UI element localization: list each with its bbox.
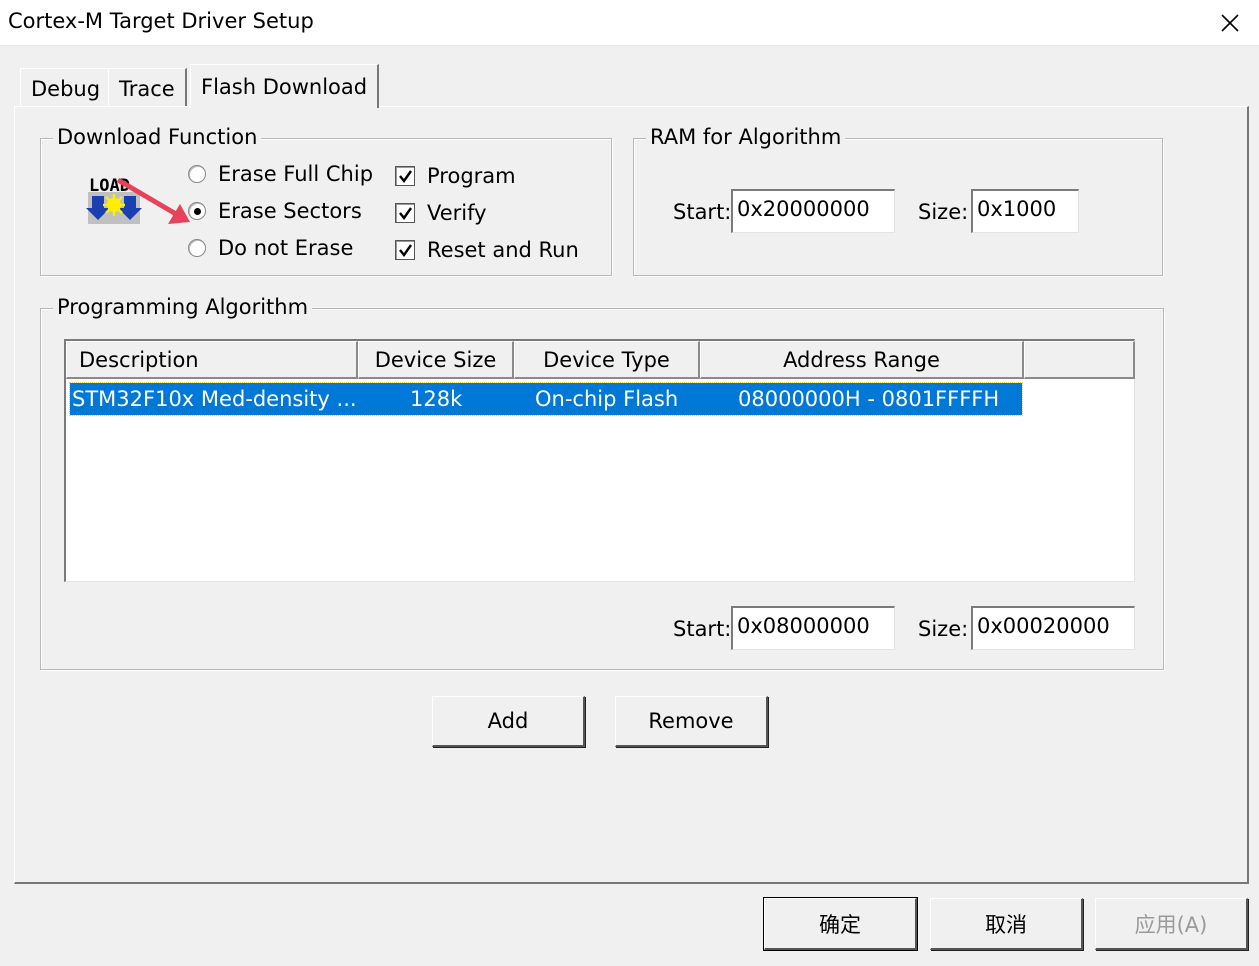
column-header-device-type[interactable]: Device Type xyxy=(514,341,700,379)
cell-description: STM32F10x Med-density ... xyxy=(72,387,357,411)
cell-device-type: On-chip Flash xyxy=(535,387,679,411)
radio-button[interactable] xyxy=(188,239,206,257)
close-icon xyxy=(1221,14,1239,32)
group-label-ram-for-algorithm: RAM for Algorithm xyxy=(646,125,846,149)
tab-label: Debug xyxy=(31,76,101,101)
column-header-empty xyxy=(1024,341,1135,379)
cancel-button[interactable]: 取消 xyxy=(930,898,1083,950)
load-icon: LOAD xyxy=(86,176,142,224)
cell-address-range: 08000000H - 0801FFFFH xyxy=(738,387,1000,411)
checkbox-reset-and-run[interactable]: Reset and Run xyxy=(395,238,579,262)
add-button[interactable]: Add xyxy=(432,696,585,747)
group-label-programming-algorithm: Programming Algorithm xyxy=(53,295,313,319)
title-bar: Cortex-M Target Driver Setup xyxy=(0,0,1259,46)
ram-size-field[interactable]: 0x1000 xyxy=(971,189,1079,233)
radio-label: Erase Sectors xyxy=(218,199,362,223)
ram-size-label: Size: xyxy=(918,200,969,224)
apply-button[interactable]: 应用(A) xyxy=(1095,898,1248,950)
algorithm-list[interactable]: Description Device Size Device Type Addr… xyxy=(64,339,1135,582)
column-label: Device Type xyxy=(543,347,670,372)
radio-label: Erase Full Chip xyxy=(218,162,374,186)
radio-do-not-erase[interactable]: Do not Erase xyxy=(188,236,353,260)
column-header-address-range[interactable]: Address Range xyxy=(700,341,1024,379)
checkbox-program[interactable]: Program xyxy=(395,164,516,188)
radio-erase-sectors[interactable]: Erase Sectors xyxy=(188,199,362,223)
tab-flash-download[interactable]: Flash Download xyxy=(190,64,380,108)
tab-debug[interactable]: Debug xyxy=(20,68,113,108)
tab-trace[interactable]: Trace xyxy=(108,68,187,108)
checkbox-label: Program xyxy=(427,164,516,188)
ram-start-field[interactable]: 0x20000000 xyxy=(731,189,895,233)
checkbox-box[interactable] xyxy=(395,240,415,260)
column-label: Address Range xyxy=(783,347,940,372)
radio-selected-dot-icon xyxy=(193,207,201,215)
checkbox-label: Verify xyxy=(427,201,487,225)
column-header-description[interactable]: Description xyxy=(66,341,358,379)
group-label-download-function: Download Function xyxy=(53,125,262,149)
checkbox-box[interactable] xyxy=(395,203,415,223)
cell-device-size: 128k xyxy=(410,387,463,411)
column-label: Description xyxy=(79,347,199,372)
tab-label: Trace xyxy=(119,76,175,101)
checkbox-box[interactable] xyxy=(395,166,415,186)
close-button[interactable] xyxy=(1201,0,1259,46)
flash-size-label: Size: xyxy=(918,617,969,641)
tab-label: Flash Download xyxy=(201,74,368,99)
checkbox-verify[interactable]: Verify xyxy=(395,201,487,225)
flash-start-field[interactable]: 0x08000000 xyxy=(731,606,895,650)
column-label: Device Size xyxy=(374,347,497,372)
checkmark-icon xyxy=(398,206,412,220)
column-header-device-size[interactable]: Device Size xyxy=(358,341,514,379)
checkmark-icon xyxy=(398,169,412,183)
ram-start-label: Start: xyxy=(673,200,732,224)
radio-label: Do not Erase xyxy=(218,236,354,260)
checkmark-icon xyxy=(398,243,412,257)
svg-text:LOAD: LOAD xyxy=(89,176,130,196)
ok-button[interactable]: 确定 xyxy=(763,897,918,951)
list-header: Description Device Size Device Type Addr… xyxy=(66,341,1135,379)
flash-size-field[interactable]: 0x00020000 xyxy=(971,606,1135,650)
radio-button[interactable] xyxy=(188,202,206,220)
remove-button[interactable]: Remove xyxy=(615,696,768,747)
radio-erase-full-chip[interactable]: Erase Full Chip xyxy=(188,162,373,186)
checkbox-label: Reset and Run xyxy=(427,238,579,262)
flash-start-label: Start: xyxy=(673,617,732,641)
radio-button[interactable] xyxy=(188,165,206,183)
window-title: Cortex-M Target Driver Setup xyxy=(8,9,314,33)
table-row-selected[interactable]: STM32F10x Med-density ... 128k On-chip F… xyxy=(69,382,1023,416)
